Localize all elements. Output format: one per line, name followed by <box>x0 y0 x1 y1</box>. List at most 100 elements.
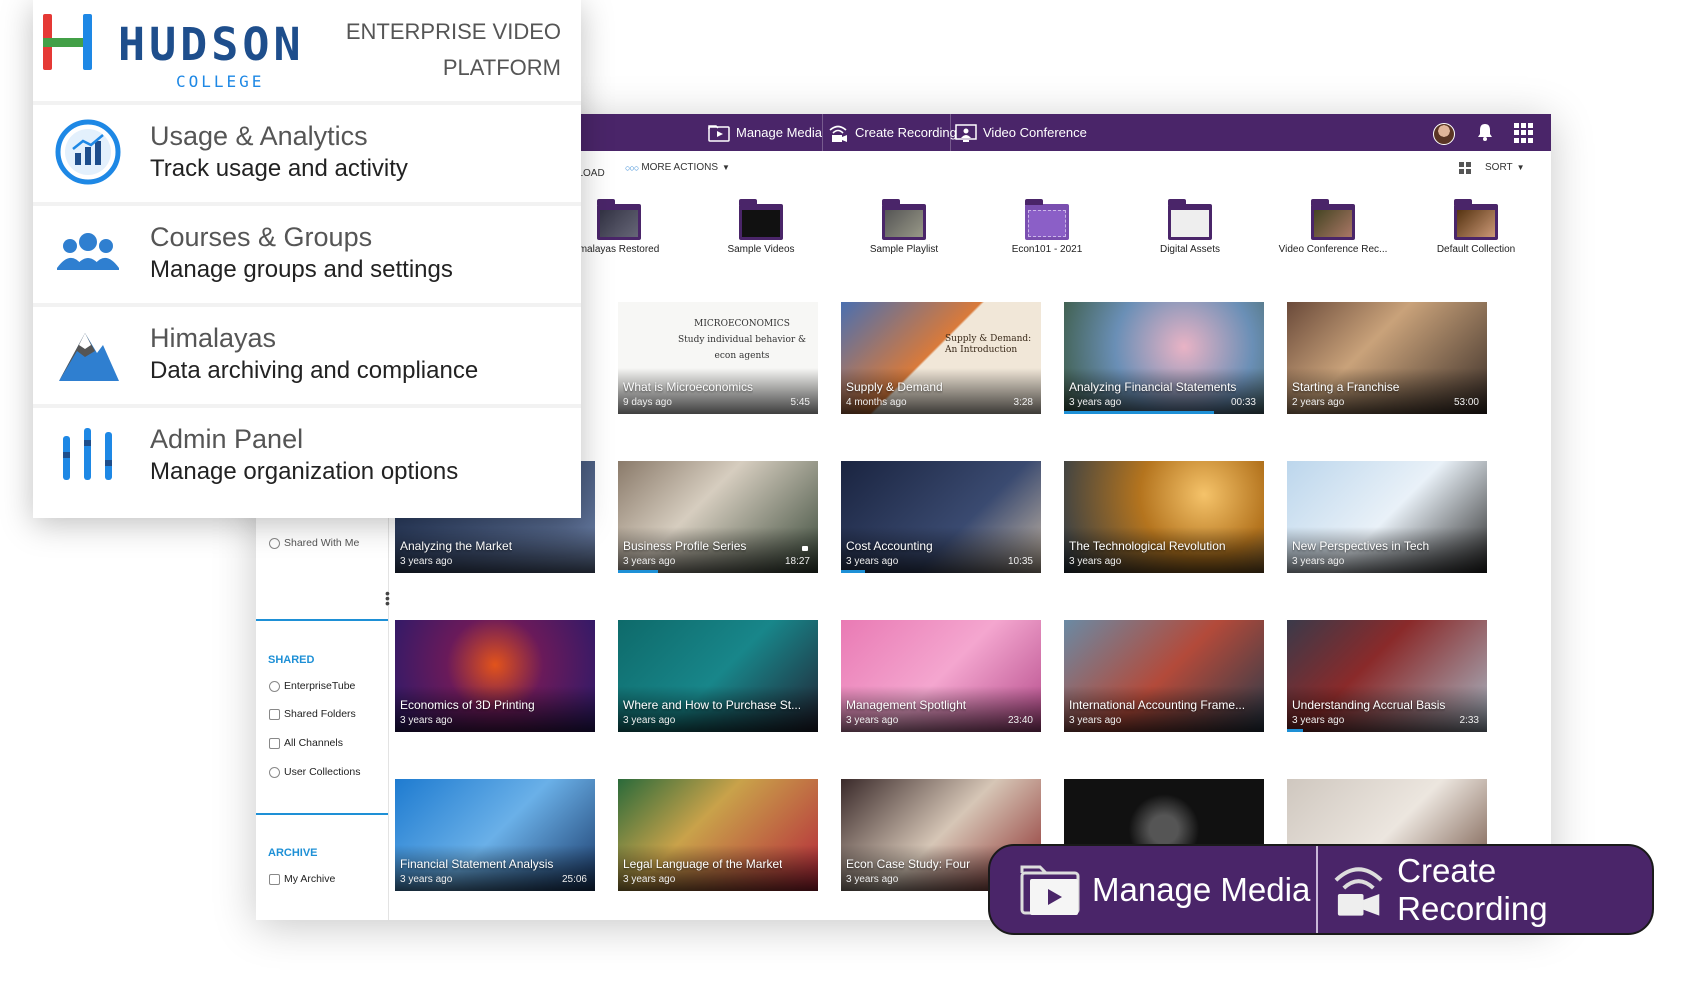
video-card[interactable]: Legal Language of the Market 3 years ago <box>618 779 818 891</box>
cta-manage-media-button[interactable]: Manage Media <box>1018 846 1310 933</box>
menu-item-himalayas[interactable]: Himalayas Data archiving and compliance <box>33 303 581 404</box>
cta-manage-media-label: Manage Media <box>1092 870 1311 908</box>
video-card[interactable]: Where and How to Purchase St... 3 years a… <box>618 620 818 732</box>
archive-heading: ARCHIVE <box>268 847 318 859</box>
folder-item[interactable]: Econ101 - 2021 <box>982 199 1112 255</box>
video-card[interactable]: The Technological Revolution 3 years ago <box>1064 461 1264 573</box>
video-age: 9 days ago <box>623 397 672 408</box>
features-panel: HUDSON COLLEGE ENTERPRISE VIDEO PLATFORM… <box>33 0 581 518</box>
video-card[interactable]: New Perspectives in Tech 3 years ago <box>1287 461 1487 573</box>
recording-icon <box>1334 866 1383 916</box>
sidebar-item-shared-with-me[interactable]: Shared With Me <box>269 537 359 549</box>
sidebar-item-shared-folders[interactable]: Shared Folders <box>269 708 356 720</box>
video-age: 3 years ago <box>1069 556 1122 567</box>
brand-subtitle: COLLEGE <box>176 72 265 91</box>
chevron-down-icon: ▼ <box>1516 163 1525 172</box>
more-actions-label: MORE ACTIONS <box>641 162 718 173</box>
folder-item[interactable]: Default Collection <box>1411 199 1541 255</box>
folder-item[interactable]: Video Conference Rec... <box>1268 199 1398 255</box>
video-title: The Technological Revolution <box>1069 539 1226 553</box>
analytics-icon <box>55 119 121 185</box>
sidebar-item-user-collections[interactable]: User Collections <box>269 766 360 778</box>
user-icon <box>269 766 280 778</box>
shared-folder-icon <box>269 708 280 720</box>
video-card[interactable]: Management Spotlight 3 years ago 23:40 <box>841 620 1041 732</box>
video-age: 3 years ago <box>623 715 676 726</box>
folder-icon <box>1311 199 1355 240</box>
folder-label: Digital Assets <box>1159 244 1221 255</box>
menu-item-subtitle: Manage groups and settings <box>150 256 453 283</box>
recording-icon <box>829 125 847 142</box>
folder-play-icon <box>708 124 730 142</box>
video-age: 3 years ago <box>846 556 899 567</box>
apps-grid-icon[interactable] <box>1514 123 1534 143</box>
video-duration: 53:00 <box>1453 397 1479 408</box>
user-avatar[interactable] <box>1433 123 1455 145</box>
menu-item-subtitle: Data archiving and compliance <box>150 357 479 384</box>
menu-item-title: Admin Panel <box>150 424 304 454</box>
folder-item[interactable]: Digital Assets <box>1125 199 1255 255</box>
folder-item[interactable]: Sample Playlist <box>839 199 969 255</box>
sidebar-item-all-channels[interactable]: All Channels <box>269 737 343 749</box>
cta-create-recording-label: Create Recording <box>1397 851 1548 927</box>
folder-icon <box>597 199 641 240</box>
chevron-down-icon: ▼ <box>722 163 730 172</box>
menu-item-usage-analytics[interactable]: Usage & Analytics Track usage and activi… <box>33 101 581 202</box>
video-age: 2 years ago <box>1292 397 1345 408</box>
video-age: 4 months ago <box>846 397 907 408</box>
tagline-line: PLATFORM <box>442 55 561 80</box>
view-toggle-button[interactable] <box>1459 162 1472 175</box>
video-title: Analyzing Financial Statements <box>1069 380 1237 394</box>
folder-icon <box>1025 199 1069 240</box>
shared-with-me-icon <box>269 537 280 549</box>
watch-progress-bar <box>1287 729 1303 732</box>
more-vertical-icon[interactable]: • • • <box>385 586 390 610</box>
create-recording-nav-button[interactable]: Create Recording <box>827 114 957 151</box>
manage-media-label: Manage Media <box>736 125 822 140</box>
menu-item-subtitle: Manage organization options <box>150 458 459 485</box>
folder-icon <box>739 199 783 240</box>
video-duration: 2:33 <box>1459 715 1479 726</box>
video-duration: 25:06 <box>561 874 587 885</box>
video-card[interactable]: Understanding Accrual Basis 3 years ago 2:… <box>1287 620 1487 732</box>
menu-item-courses-groups[interactable]: Courses & Groups Manage groups and setti… <box>33 202 581 303</box>
folder-icon <box>1168 199 1212 240</box>
video-age: 3 years ago <box>623 874 676 885</box>
nav-divider <box>822 114 823 151</box>
more-actions-button[interactable]: ○○○ MORE ACTIONS ▼ <box>625 162 730 173</box>
video-title: Analyzing the Market <box>400 539 513 553</box>
video-card[interactable]: Business Profile Series 3 years ago 18:27 <box>618 461 818 573</box>
video-age: 3 years ago <box>1292 715 1345 726</box>
video-card[interactable]: International Accounting Frame... 3 years… <box>1064 620 1264 732</box>
video-card[interactable]: Financial Statement Analysis 3 years ago 2… <box>395 779 595 891</box>
cta-create-recording-button[interactable]: Create Recording <box>1330 846 1652 933</box>
video-age: 3 years ago <box>400 874 453 885</box>
sidebar-item-enterprisetube[interactable]: EnterpriseTube <box>269 680 355 692</box>
tagline-line: ENTERPRISE VIDEO <box>345 19 561 44</box>
folder-item[interactable]: Sample Videos <box>696 199 826 255</box>
menu-item-admin-panel[interactable]: Admin Panel Manage organization options <box>33 404 581 505</box>
video-duration: 00:33 <box>1230 397 1256 408</box>
video-card[interactable]: Analyzing Financial Statements 3 years ag… <box>1064 302 1264 414</box>
video-card[interactable]: Starting a Franchise 2 years ago 53:00 <box>1287 302 1487 414</box>
sidebar-item-my-archive[interactable]: My Archive <box>269 873 335 885</box>
video-card[interactable]: MICROECONOMICS Study individual behavior … <box>618 302 818 414</box>
video-title: Financial Statement Analysis <box>400 857 554 871</box>
hudson-logo-icon <box>43 14 93 70</box>
menu-item-subtitle: Track usage and activity <box>150 155 408 182</box>
bell-icon[interactable] <box>1475 122 1495 142</box>
video-title: Supply & Demand <box>846 380 943 394</box>
video-card[interactable]: Cost Accounting 3 years ago 10:35 <box>841 461 1041 573</box>
video-conference-nav-button[interactable]: Video Conference <box>955 114 1087 151</box>
folder-label: Video Conference Rec... <box>1278 244 1388 255</box>
video-card[interactable]: Economics of 3D Printing 3 years ago <box>395 620 595 732</box>
video-age: 3 years ago <box>1069 397 1122 408</box>
video-age: 3 years ago <box>1069 715 1122 726</box>
sort-button[interactable]: SORT ▼ <box>1485 162 1525 173</box>
watch-progress-bar <box>1064 411 1214 414</box>
manage-media-nav-button[interactable]: Manage Media <box>708 114 822 151</box>
video-age: 3 years ago <box>846 715 899 726</box>
video-card[interactable]: Supply & Demand: An Introduction Supply & … <box>841 302 1041 414</box>
media-toolbar: ⭱ UPLOAD ○○○ MORE ACTIONS ▼ SORT ▼ <box>556 158 1541 182</box>
menu-item-title: Himalayas <box>150 323 277 353</box>
